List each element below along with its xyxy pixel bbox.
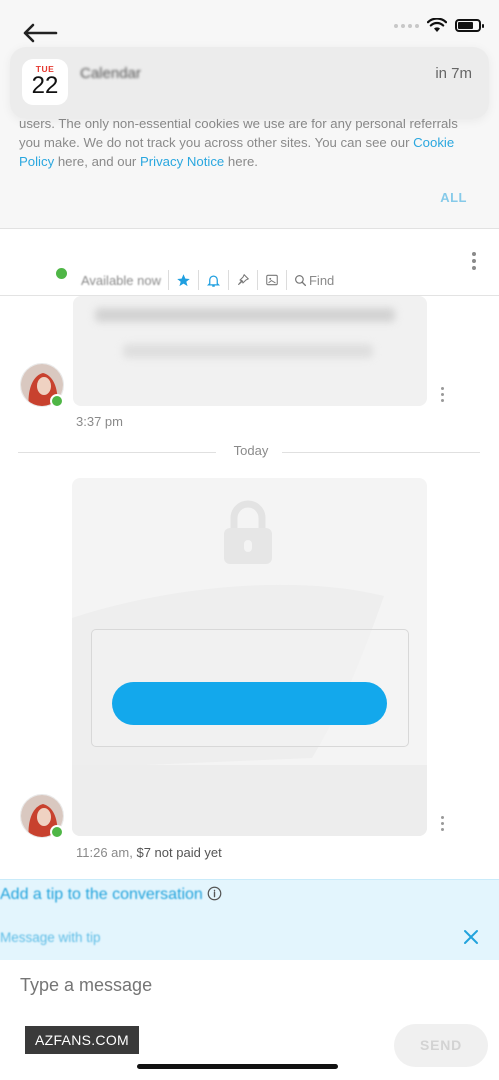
notification-app-name: Calendar xyxy=(80,65,141,82)
unlock-button[interactable] xyxy=(112,682,387,725)
calendar-date: 22 xyxy=(31,72,59,99)
calendar-notification[interactable]: TUE 22 Calendar in 7m xyxy=(10,47,489,119)
message-more-icon[interactable] xyxy=(438,387,446,405)
star-icon xyxy=(177,273,190,286)
status-bar xyxy=(394,18,484,33)
cookie-accept-button[interactable]: ALL xyxy=(440,190,467,205)
info-icon xyxy=(207,886,222,901)
day-separator: Today xyxy=(18,443,480,461)
privacy-notice-link[interactable]: Privacy Notice xyxy=(140,154,224,169)
battery-icon xyxy=(455,19,484,32)
header-status: Available now xyxy=(74,270,169,290)
favorite-button[interactable] xyxy=(169,270,199,290)
tip-banner-line1[interactable]: Add a tip to the conversation xyxy=(0,886,222,904)
chat-header-actions: Available now Find xyxy=(74,270,341,290)
send-button[interactable]: SEND xyxy=(394,1024,488,1067)
price-status: $7 not paid yet xyxy=(136,845,222,860)
pin-icon xyxy=(237,273,250,286)
find-label: Find xyxy=(308,272,335,288)
image-icon xyxy=(266,274,278,286)
message-time-row: 11:26 am, $7 not paid yet xyxy=(76,845,222,860)
watermark: AZFANS.COM xyxy=(25,1026,139,1054)
day-separator-label: Today xyxy=(233,443,269,458)
message-time: 11:26 am, xyxy=(76,845,133,860)
online-status-dot xyxy=(50,394,64,408)
more-options-icon[interactable] xyxy=(469,252,479,274)
cookie-notice-text: users. The only non-essential cookies we… xyxy=(19,114,479,171)
cookie-text-part: here. xyxy=(224,154,258,169)
locked-message-caption xyxy=(72,765,427,836)
bell-icon xyxy=(206,275,220,287)
cookie-text-part: users. The only non-essential cookies we… xyxy=(19,116,458,150)
message-input[interactable] xyxy=(18,974,322,997)
notification-time: in 7m xyxy=(435,65,472,82)
back-arrow-icon[interactable] xyxy=(20,20,60,46)
message-bubble xyxy=(73,296,427,406)
message-time: 3:37 pm xyxy=(76,414,123,429)
media-button[interactable] xyxy=(258,270,287,290)
pin-button[interactable] xyxy=(229,270,258,290)
home-indicator[interactable] xyxy=(137,1064,338,1069)
online-status-dot xyxy=(54,266,69,281)
availability-status: Available now xyxy=(81,272,161,288)
tip-banner-text: Add a tip to the conversation xyxy=(0,886,203,903)
lock-icon xyxy=(224,500,272,564)
cookie-text-part: here, and our xyxy=(54,154,140,169)
search-icon xyxy=(295,274,307,286)
find-button[interactable]: Find xyxy=(287,270,341,290)
message-more-icon[interactable] xyxy=(438,816,446,834)
cellular-signal-icon xyxy=(394,23,419,28)
wifi-icon xyxy=(427,18,447,32)
close-icon[interactable] xyxy=(463,929,479,945)
online-status-dot xyxy=(50,825,64,839)
tip-banner-line2: Message with tip xyxy=(0,930,101,945)
calendar-app-icon: TUE 22 xyxy=(22,59,68,105)
notifications-button[interactable] xyxy=(199,270,229,290)
